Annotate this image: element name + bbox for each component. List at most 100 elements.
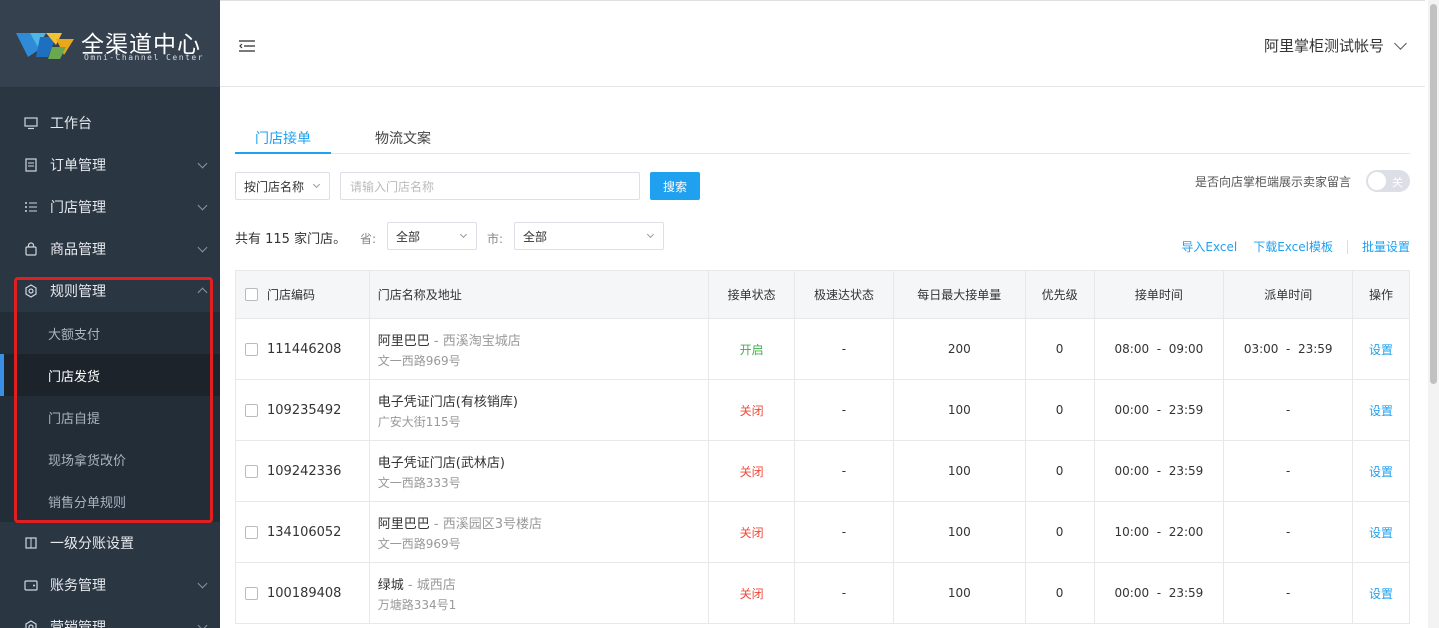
table-row: 109235492 电子凭证门店(有核销库) 广安大街115号 关闭 - 100 …: [236, 380, 1409, 441]
store-name: 阿里巴巴 - 西溪淘宝城店: [378, 330, 521, 349]
sidebar-item-marketing[interactable]: 营销管理: [0, 606, 220, 628]
store-code: 134106052: [267, 524, 342, 540]
table-row: 111446208 阿里巴巴 - 西溪淘宝城店 文一西路969号 开启 - 200…: [236, 319, 1409, 380]
import-excel-link[interactable]: 导入Excel: [1181, 238, 1237, 255]
list-icon: [25, 202, 37, 212]
accept-time-value: 00:00 - 23:59: [1114, 464, 1204, 478]
province-select[interactable]: 全部: [387, 222, 477, 250]
city-select[interactable]: 全部: [514, 222, 664, 250]
row-checkbox[interactable]: [245, 464, 258, 478]
dispatch-time-value: -: [1286, 525, 1291, 539]
sidebar-item-products[interactable]: 商品管理: [0, 228, 220, 270]
table-row: 109242336 电子凭证门店(武林店) 文一西路333号 关闭 - 100 0…: [236, 441, 1409, 502]
cell-name: 阿里巴巴 - 西溪淘宝城店 文一西路969号: [370, 319, 710, 379]
row-checkbox[interactable]: [245, 342, 258, 356]
active-indicator: [0, 354, 4, 396]
sidebar-item-label: 营销管理: [50, 620, 106, 628]
row-checkbox[interactable]: [245, 586, 258, 600]
search-type-select[interactable]: 按门店名称: [235, 172, 330, 200]
menu-collapse-icon[interactable]: [239, 40, 255, 52]
select-all-checkbox[interactable]: [245, 288, 258, 301]
store-name-main: 电子凭证门店(有核销库): [377, 394, 518, 410]
gear-icon: [25, 620, 37, 628]
store-name-search-input[interactable]: 请输入门店名称: [340, 172, 640, 200]
header-express-status: 极速达状态: [795, 271, 894, 318]
table-row: 100189408 绿城 - 城西店 万塘路334号1 关闭 - 100 0 00…: [236, 563, 1409, 624]
chevron-down-icon: [197, 200, 208, 211]
store-branch: - 城西店: [403, 577, 456, 593]
chevron-down-icon: [197, 620, 208, 628]
dispatch-time-value: 03:00 - 23:59: [1243, 342, 1333, 356]
cell-name: 绿城 - 城西店万塘路334号1: [370, 563, 710, 623]
table-actions: 导入Excel 下载Excel模板 批量设置: [1181, 238, 1410, 255]
search-button[interactable]: 搜索: [650, 172, 700, 200]
province-label: 省:: [360, 232, 377, 246]
header-dispatch-time: 派单时间: [1224, 271, 1354, 318]
scrollbar[interactable]: [1428, 0, 1439, 628]
cell-dispatch-time: -: [1224, 380, 1354, 440]
chevron-down-icon: [197, 158, 208, 169]
cell-priority: 0: [1026, 502, 1095, 562]
store-table: 门店编码 门店名称及地址 接单状态 极速达状态 每日最大接单量 优先级 接单时间…: [235, 270, 1410, 624]
logo-icon: [16, 33, 74, 59]
accept-time-value: 00:00 - 23:59: [1114, 586, 1204, 600]
cell-express: -: [795, 380, 894, 440]
sidebar-item-workbench[interactable]: 工作台: [0, 102, 220, 144]
brand[interactable]: 全渠道中心 Omni-Channel Center: [0, 0, 220, 87]
header-store-code: 门店编码: [236, 271, 370, 318]
accept-time-value: 00:00 - 23:59: [1114, 403, 1204, 417]
cell-status: 关闭: [709, 441, 796, 501]
row-checkbox[interactable]: [245, 525, 258, 539]
store-name: 绿城 - 城西店: [378, 574, 456, 593]
sidebar-item-split-settings[interactable]: 一级分账设置: [0, 522, 220, 564]
accept-time-value: 08:00 - 09:00: [1114, 342, 1204, 356]
settings-link[interactable]: 设置: [1353, 319, 1409, 379]
toggle-knob: [1368, 172, 1386, 190]
cell-name: 阿里巴巴 - 西溪园区3号楼店 文一西路969号: [370, 502, 710, 562]
header-store-name: 门店名称及地址: [370, 271, 710, 318]
order-icon: [25, 158, 37, 172]
download-template-link[interactable]: 下载Excel模板: [1253, 238, 1333, 255]
settings-link[interactable]: 设置: [1353, 380, 1409, 440]
province-value: 全部: [396, 229, 421, 244]
batch-settings-link[interactable]: 批量设置: [1362, 238, 1410, 255]
cell-accept-time: 00:00 - 23:59: [1095, 441, 1225, 501]
sidebar-item-stores[interactable]: 门店管理: [0, 186, 220, 228]
store-name-main: 阿里巴巴: [377, 333, 430, 349]
row-checkbox[interactable]: [245, 403, 258, 417]
sidebar-item-label: 商品管理: [50, 242, 106, 258]
top-header: 阿里掌柜测试帐号: [220, 0, 1425, 87]
scrollbar-thumb[interactable]: [1430, 4, 1437, 384]
settings-link[interactable]: 设置: [1353, 502, 1409, 562]
chevron-down-icon: [197, 242, 208, 253]
sidebar-item-orders[interactable]: 订单管理: [0, 144, 220, 186]
dispatch-time-value: -: [1286, 403, 1291, 417]
sidebar-item-label: 一级分账设置: [50, 536, 134, 552]
cell-code: 100189408: [236, 563, 370, 623]
tab-logistics-copy[interactable]: 物流文案: [375, 128, 431, 148]
store-address: 万塘路334号1: [377, 597, 457, 612]
settings-link[interactable]: 设置: [1353, 563, 1409, 623]
cell-dispatch-time: 03:00 - 23:59: [1224, 319, 1354, 379]
tab-store-orders[interactable]: 门店接单: [255, 128, 311, 148]
sidebar-item-accounts[interactable]: 账务管理: [0, 564, 220, 606]
brand-subtitle: Omni-Channel Center: [84, 53, 205, 62]
tab-active-indicator: [235, 152, 331, 154]
app-root: 全渠道中心 Omni-Channel Center 工作台 订单管理 门店管理 …: [0, 0, 1439, 628]
store-address: 文一西路333号: [377, 475, 461, 490]
store-name-main: 电子凭证门店(武林店): [377, 455, 505, 471]
sidebar-item-label: 工作台: [50, 116, 92, 132]
store-name-main: 阿里巴巴: [377, 516, 430, 532]
tab-bar: 门店接单 物流文案: [235, 120, 1410, 154]
header-accept-status: 接单状态: [709, 271, 796, 318]
store-name: 电子凭证门店(有核销库): [378, 391, 518, 410]
dispatch-time-value: -: [1286, 586, 1291, 600]
city-label: 市:: [487, 232, 504, 246]
seller-message-toggle[interactable]: 关: [1366, 170, 1410, 192]
cell-priority: 0: [1026, 563, 1095, 623]
header-daily-max: 每日最大接单量: [894, 271, 1026, 318]
sidebar-item-label: 订单管理: [50, 158, 106, 174]
account-menu[interactable]: 阿里掌柜测试帐号: [1264, 35, 1407, 56]
settings-link[interactable]: 设置: [1353, 441, 1409, 501]
store-code: 111446208: [267, 341, 342, 357]
